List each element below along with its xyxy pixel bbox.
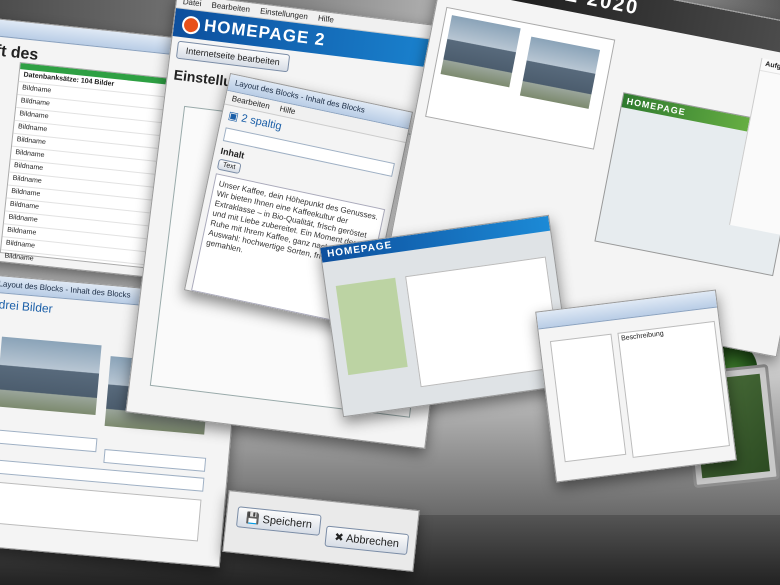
text-area[interactable] [0, 480, 202, 542]
sofa-image-1[interactable] [0, 336, 102, 416]
caption-field-1[interactable] [0, 429, 98, 453]
description-text: Beschreibung [617, 320, 731, 458]
save-icon: 💾 [245, 512, 261, 526]
caption-field-2[interactable] [103, 448, 207, 472]
menu-file[interactable]: Datei [182, 0, 202, 8]
app-logo-icon [181, 14, 202, 35]
menu-edit[interactable]: Bearbeiten [211, 1, 251, 15]
sidebar-heading: Aufgabe [759, 58, 780, 83]
cancel-button[interactable]: ✖ Abbrechen [324, 525, 410, 556]
color-preview [335, 277, 408, 376]
text-tab[interactable]: Text [216, 158, 242, 175]
cancel-icon: ✖ [333, 531, 345, 545]
dialog-menu-help[interactable]: Hilfe [279, 104, 297, 116]
product-image-1[interactable] [440, 15, 521, 88]
layout-icon: ▣ [226, 109, 240, 124]
product-image-2[interactable] [519, 36, 601, 109]
menu-help[interactable]: Hilfe [317, 14, 334, 25]
save-button[interactable]: 💾 Speichern [235, 506, 322, 536]
layout-label: 2 spaltig [240, 112, 283, 133]
description-window: Beschreibung [535, 289, 737, 483]
